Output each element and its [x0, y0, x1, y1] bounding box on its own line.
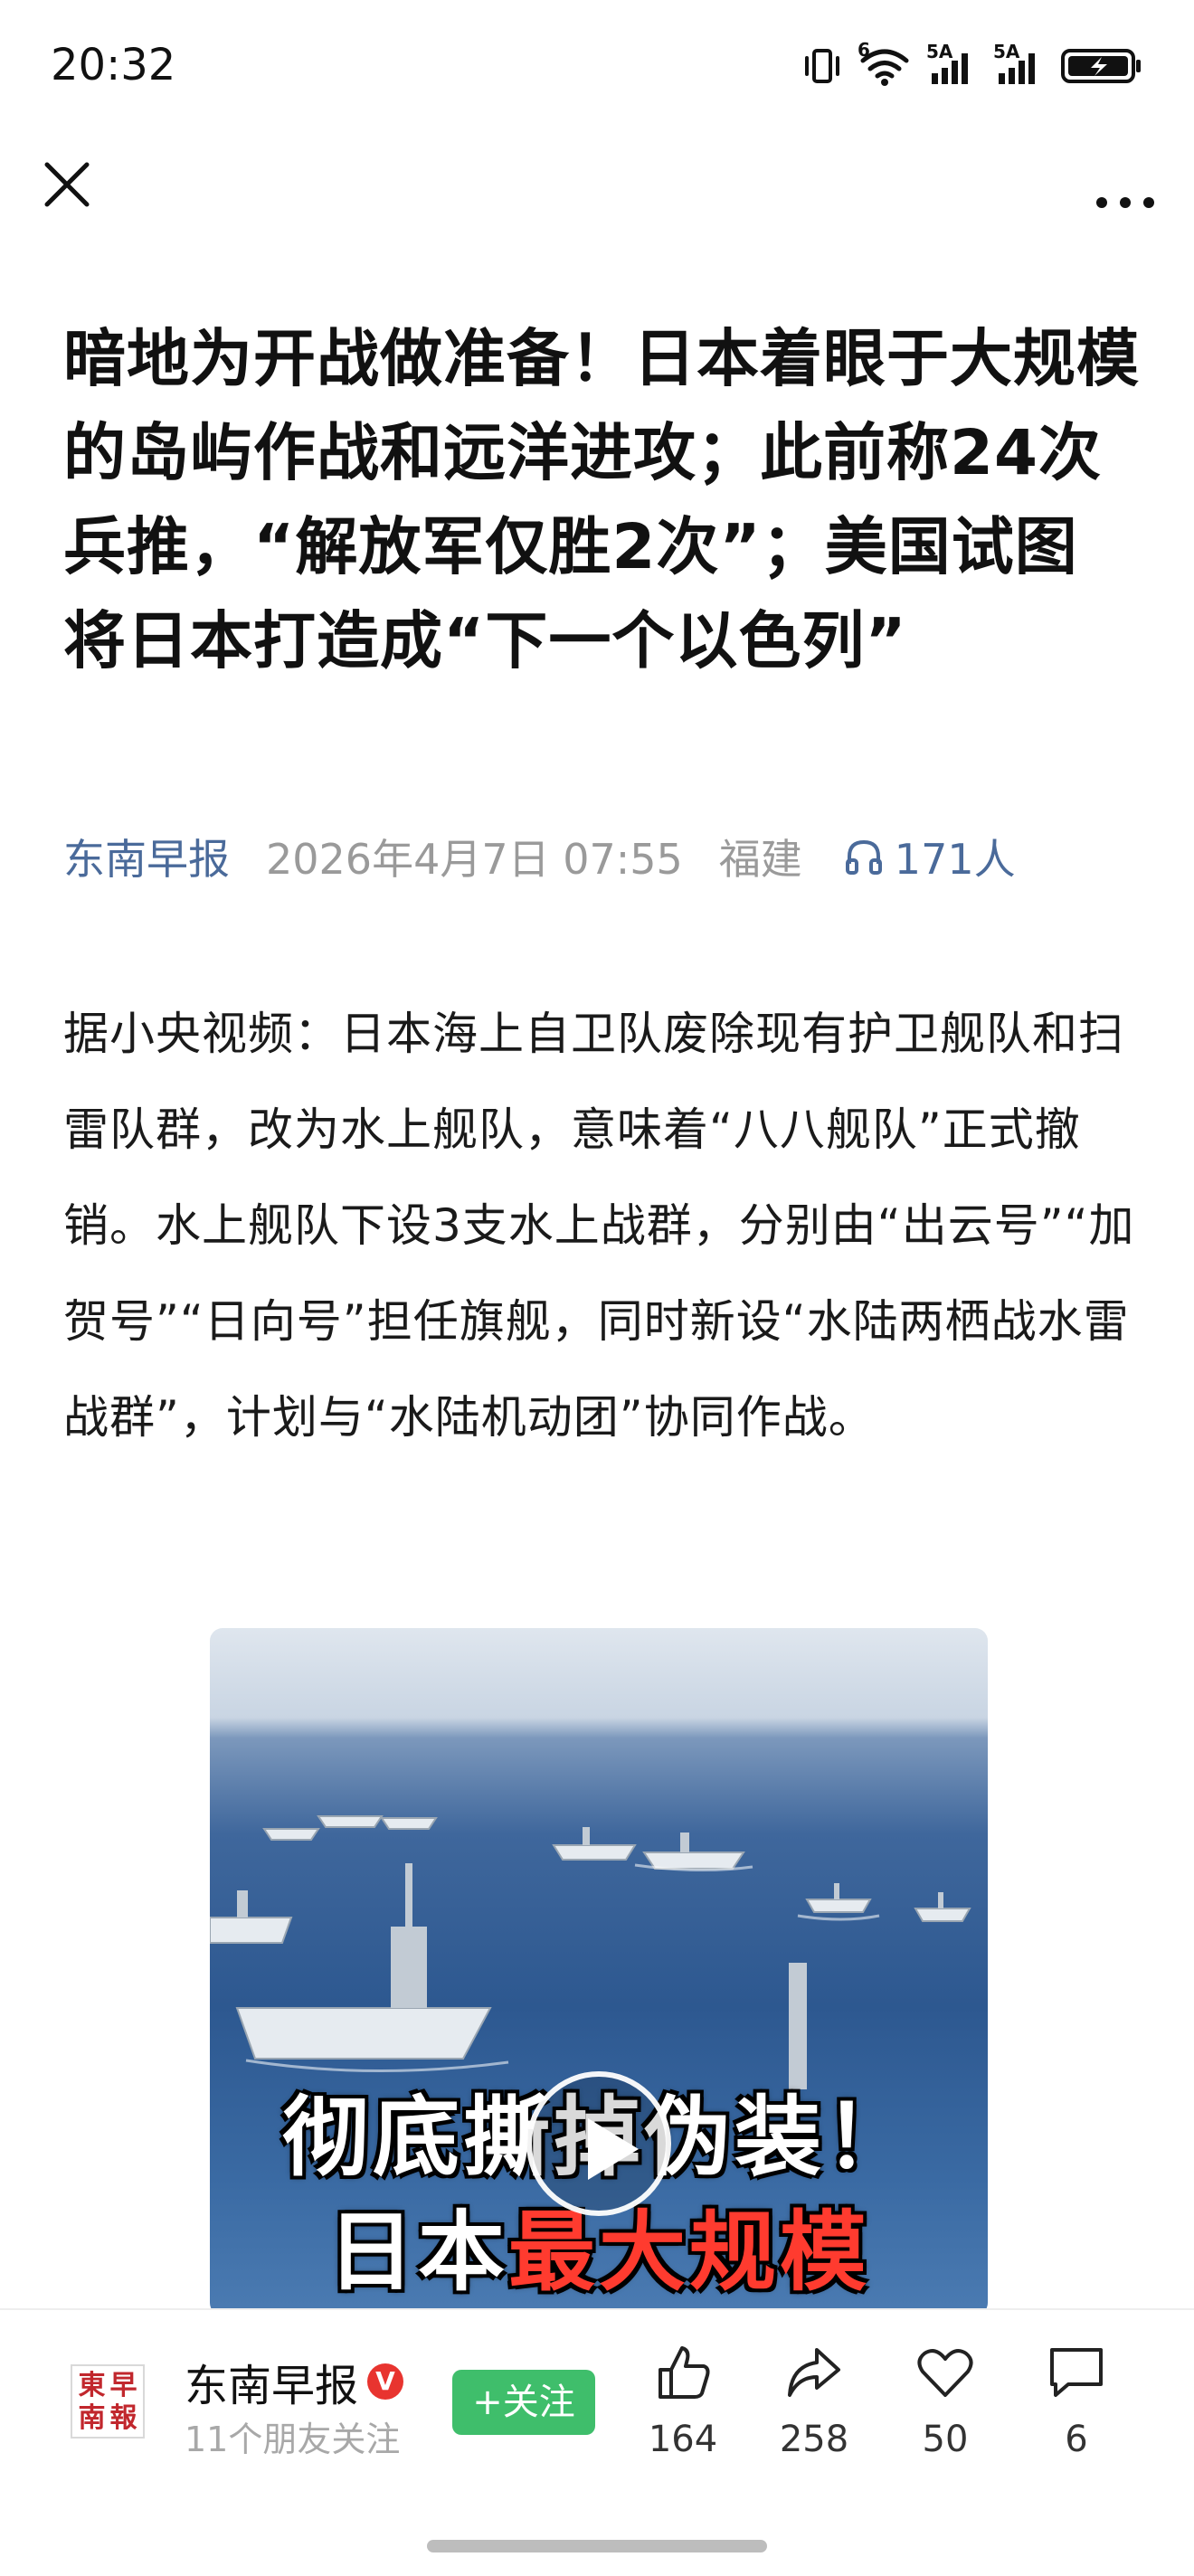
avatar-char: 報	[109, 2402, 137, 2434]
close-icon	[44, 162, 90, 207]
more-button[interactable]	[1091, 156, 1160, 213]
avatar-char: 東	[78, 2370, 106, 2401]
share-button[interactable]: 258	[755, 2343, 873, 2460]
like-button[interactable]: 164	[624, 2343, 742, 2460]
follow-button[interactable]: +关注	[452, 2370, 595, 2435]
battery-charging-icon	[1061, 49, 1141, 83]
network-label-1: 5A	[926, 41, 953, 62]
article-meta: 东南早报 2026年4月7日 07:55 福建 171人	[63, 825, 1016, 888]
vibrate-icon	[805, 49, 839, 83]
share-count: 258	[779, 2419, 849, 2460]
bottom-action-bar: 東 早 南 報 东南早报 V 11个朋友关注 +关注 164 258 50 6	[0, 2308, 1194, 2576]
avatar-char: 南	[78, 2402, 106, 2434]
close-button[interactable]	[38, 156, 96, 213]
comment-count: 6	[1065, 2419, 1088, 2460]
listen-button[interactable]: 171人	[844, 827, 1016, 886]
top-nav	[0, 136, 1194, 244]
status-time: 20:32	[51, 40, 176, 90]
account-name-row[interactable]: 东南早报 V	[185, 2350, 404, 2413]
listener-count: 171人	[894, 835, 1016, 884]
caption-plain: 日本	[327, 2202, 508, 2303]
network-label-2: 5A	[993, 41, 1020, 62]
video-player[interactable]: 彻底撕掉伪装！ 日本最大规模	[210, 1628, 988, 2316]
heart-icon	[917, 2349, 973, 2397]
wifi-badge: 6	[858, 39, 870, 61]
article-body: 据小央视频：日本海上自卫队废除现有护卫舰队和扫雷队群，改为水上舰队，意味着“八八…	[63, 1008, 1135, 1444]
favorite-count: 50	[922, 2419, 969, 2460]
source-link[interactable]: 东南早报	[63, 827, 230, 886]
avatar-char: 早	[109, 2370, 137, 2401]
play-button[interactable]	[526, 2071, 671, 2216]
status-bar: 20:32 6 5A 5A	[0, 0, 1194, 136]
caption-highlight: 最大规模	[508, 2202, 870, 2303]
verified-badge: V	[367, 2363, 404, 2400]
home-indicator[interactable]	[427, 2540, 767, 2552]
signal-status-1: 5A	[926, 41, 977, 86]
favorite-button[interactable]: 50	[886, 2343, 1004, 2460]
status-icons: 6 5A 5A	[801, 39, 1143, 87]
article-title: 暗地为开战做准备！日本着眼于大规模的岛屿作战和远洋进攻；此前称24次兵推，“解放…	[63, 323, 1140, 677]
account-name: 东南早报	[185, 2361, 359, 2411]
wifi-status: 6	[858, 39, 910, 86]
headphones-icon	[845, 839, 882, 875]
more-horizontal-icon	[1096, 197, 1154, 208]
publish-location: 福建	[718, 835, 802, 884]
share-arrow-icon	[788, 2348, 840, 2397]
comment-button[interactable]: 6	[1018, 2343, 1135, 2460]
signal-status-2: 5A	[993, 41, 1044, 86]
friends-follow-count: 11个朋友关注	[185, 2420, 401, 2459]
like-count: 164	[648, 2419, 718, 2460]
account-avatar[interactable]: 東 早 南 報	[71, 2364, 145, 2439]
comment-icon	[1050, 2348, 1103, 2397]
publish-date: 2026年4月7日 07:55	[266, 835, 683, 884]
thumbs-up-icon	[659, 2346, 710, 2399]
